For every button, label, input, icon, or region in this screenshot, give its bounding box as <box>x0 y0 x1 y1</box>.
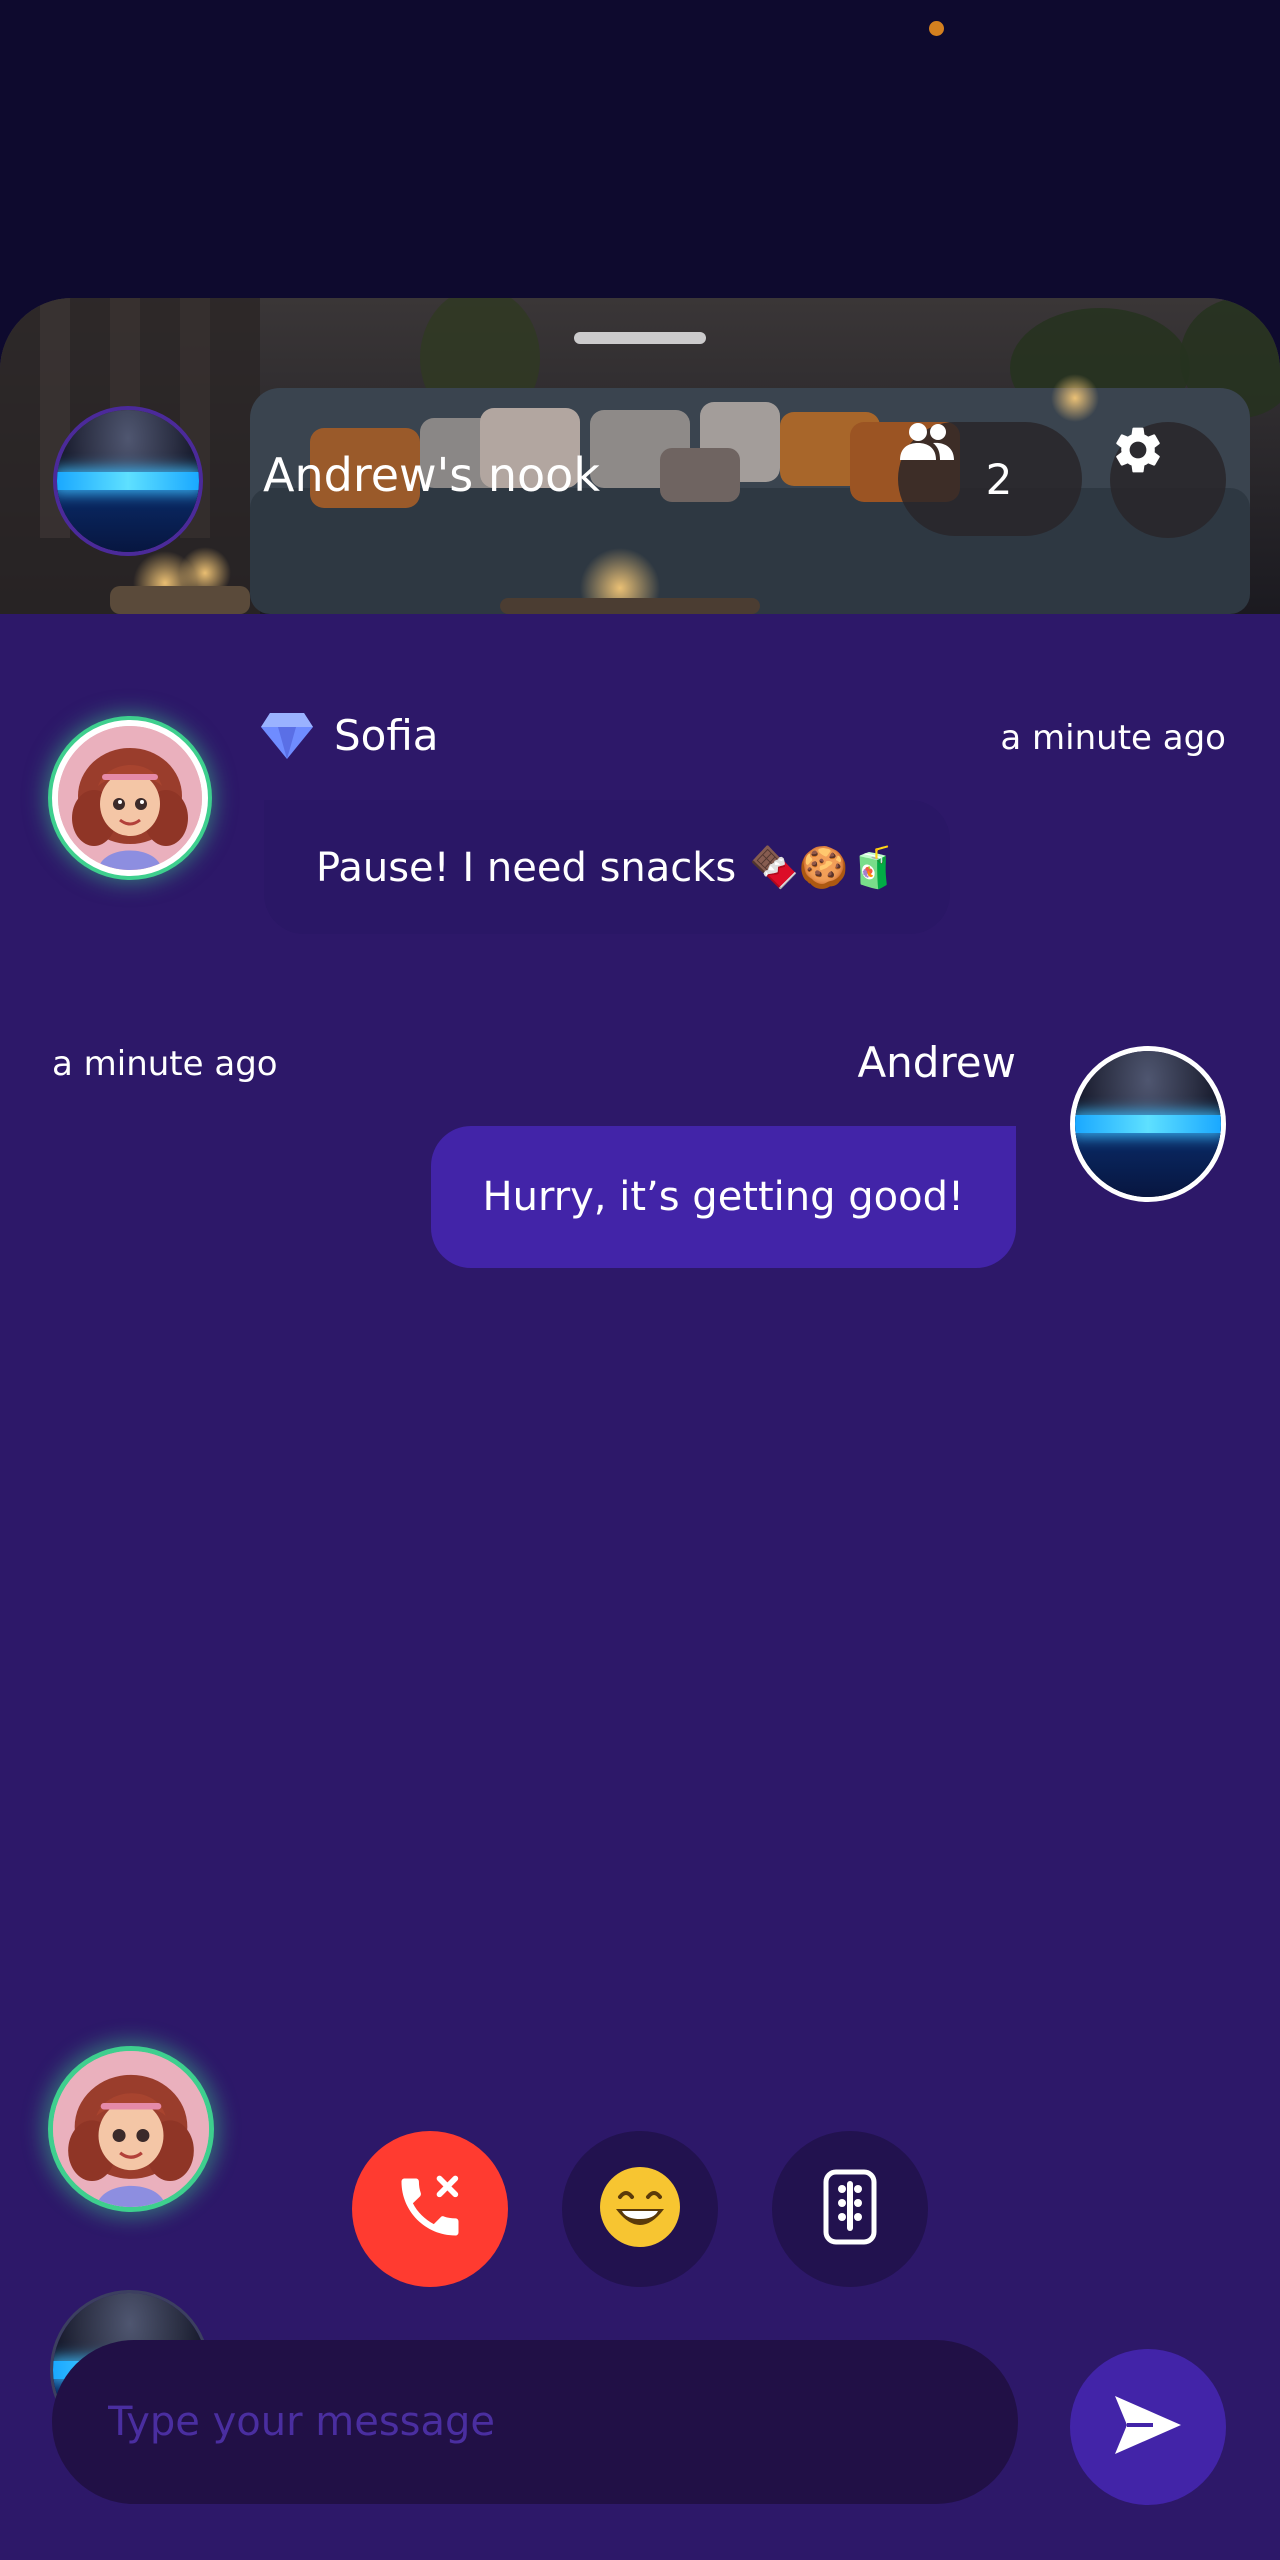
orb-avatar-image <box>1075 1051 1221 1197</box>
member-count: 2 <box>985 454 1013 504</box>
message-sender-sofia: Sofia <box>334 711 439 760</box>
diamond-icon <box>260 711 314 765</box>
message-input[interactable] <box>106 2398 970 2446</box>
send-button[interactable] <box>1070 2349 1226 2505</box>
girl-cartoon-avatar-image <box>53 2051 209 2207</box>
room-avatar <box>53 406 203 556</box>
message-time-sofia: a minute ago <box>1000 718 1226 758</box>
phone-hangup-icon <box>392 2169 468 2249</box>
members-button[interactable]: 2 <box>898 422 1082 536</box>
message-sender-andrew: Andrew <box>857 1038 1016 1087</box>
send-icon <box>1113 2394 1183 2460</box>
room-sheet: Andrew's nook 2 Sofia a minute ago Pause… <box>0 298 1280 2560</box>
room-banner: Andrew's nook 2 <box>0 298 1280 614</box>
orb-avatar-image <box>57 410 199 552</box>
message-time-andrew: a minute ago <box>52 1044 278 1084</box>
room-title: Andrew's nook <box>263 448 600 502</box>
sheet-drag-handle[interactable] <box>574 332 706 344</box>
emoji-button[interactable] <box>562 2131 718 2287</box>
hangup-button[interactable] <box>352 2131 508 2287</box>
sofia-avatar[interactable] <box>52 720 208 876</box>
message-bubble-sofia[interactable]: Pause! I need snacks 🍫🍪🧃 <box>264 800 951 934</box>
smiley-icon <box>598 2165 682 2253</box>
message-composer <box>52 2340 1018 2504</box>
girl-cartoon-avatar-image <box>58 726 202 870</box>
remote-control-icon <box>820 2169 880 2249</box>
status-indicator-dot <box>929 21 944 36</box>
andrew-avatar[interactable] <box>1070 1046 1226 1202</box>
message-bubble-andrew[interactable]: Hurry, it’s getting good! <box>430 1126 1016 1268</box>
settings-button[interactable] <box>1110 422 1226 538</box>
remote-button[interactable] <box>772 2131 928 2287</box>
participant-avatar-sofia[interactable] <box>48 2046 214 2212</box>
